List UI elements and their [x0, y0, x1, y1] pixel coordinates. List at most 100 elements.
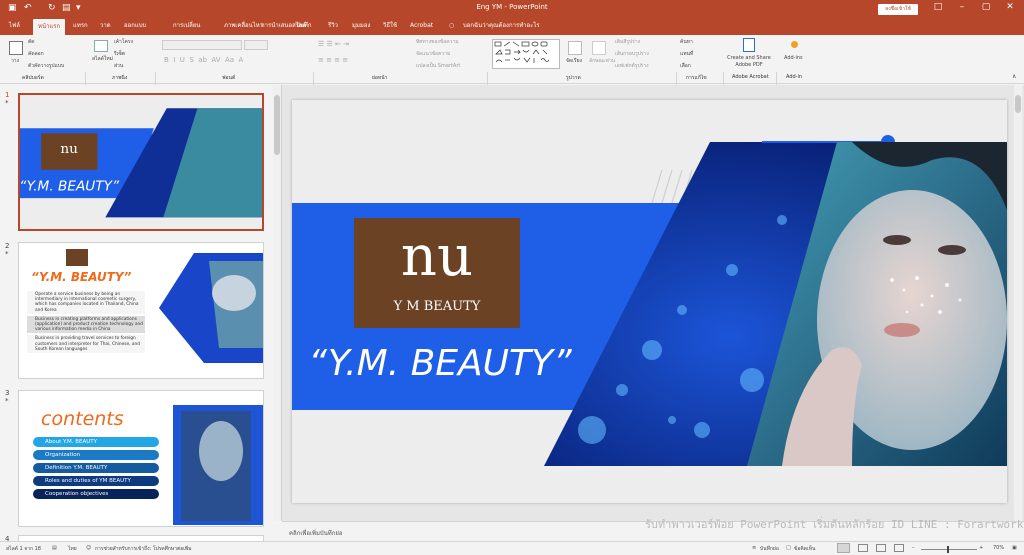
notes-button[interactable]: บันทึกย่อ — [760, 545, 779, 553]
group-font: ฟอนต์ — [222, 75, 236, 81]
maximize-icon[interactable]: ▢ — [976, 2, 996, 12]
select-button[interactable]: เลือก — [680, 62, 691, 70]
addins-icon[interactable] — [791, 41, 798, 48]
align-icons[interactable]: ≡ ≡ ≡ ≡ — [318, 56, 348, 64]
reset-button[interactable]: รีเซ็ต — [114, 50, 125, 58]
collapse-ribbon-icon[interactable]: ∧ — [1012, 73, 1016, 80]
tab-file[interactable]: ไฟล์ — [9, 21, 20, 31]
status-bar: สไลด์ 1 จาก 18 ▤ ไทย ☺ การช่วยสำหรับการเ… — [0, 541, 1024, 555]
slide-scrollbar[interactable] — [1014, 85, 1022, 521]
shape-outline-button[interactable]: เส้นกรอบรูปร่าง — [615, 50, 649, 58]
text-direction-button[interactable]: ทิศทางของข้อความ — [416, 38, 459, 46]
tab-acrobat[interactable]: Acrobat — [410, 21, 433, 31]
tab-design[interactable]: ออกแบบ — [124, 21, 146, 31]
font-formatting-icons[interactable]: B I U S ab AV Aa A — [164, 56, 243, 64]
convert-smartart-button[interactable]: แปลงเป็น SmartArt — [416, 62, 460, 70]
zoom-out-icon[interactable]: – — [912, 545, 915, 551]
slide-thumbnail-3[interactable]: contents About Y.M. BEAUTY Organization … — [18, 390, 264, 527]
slide-1: nu Y M BEAUTY “Y.M. BEAUTY” — [292, 100, 1007, 503]
accessibility-status[interactable]: การช่วยสำหรับการเข้าถึง: โปรดศึกษาต่อเพิ… — [95, 545, 192, 553]
find-button[interactable]: ค้นหา — [680, 38, 693, 46]
window-title: Eng YM - PowerPoint — [476, 3, 548, 11]
ribbon-display-icon[interactable]: □ — [928, 2, 948, 12]
zoom-slider-thumb[interactable] — [947, 546, 949, 553]
zoom-slider[interactable] — [921, 549, 977, 550]
tab-insert[interactable]: แทรก — [73, 21, 88, 31]
comments-icon[interactable]: □ — [786, 545, 791, 551]
arrange-icon[interactable] — [568, 41, 582, 55]
language-label[interactable]: ไทย — [68, 545, 77, 553]
normal-view-icon[interactable] — [837, 543, 850, 553]
zoom-in-icon[interactable]: + — [979, 545, 983, 551]
notes-icon[interactable]: ≡ — [752, 545, 756, 551]
slide-sorter-icon[interactable] — [858, 544, 868, 552]
tell-me-search[interactable]: บอกฉันว่าคุณต้องการทำอะไร — [463, 21, 540, 31]
logo-mark: nu — [401, 224, 473, 289]
new-slide-button[interactable]: สไลด์ใหม่ — [92, 55, 113, 63]
accessibility-icon[interactable]: ☺ — [86, 545, 91, 551]
shapes-icon — [494, 41, 550, 63]
tab-transitions[interactable]: การเปลี่ยน — [173, 21, 200, 31]
group-slides: ภาพนิ่ง — [112, 75, 128, 81]
tab-home[interactable]: หน้าแรก — [33, 19, 66, 35]
layout-button[interactable]: เค้าโครง — [114, 38, 133, 46]
thumb-photo — [173, 405, 263, 525]
adobe-pdf-icon[interactable] — [743, 38, 755, 52]
group-clipboard: คลิปบอร์ด — [22, 75, 44, 81]
tab-review[interactable]: รีวิว — [328, 21, 338, 31]
slideshow-view-icon[interactable] — [894, 544, 904, 552]
notes-placeholder[interactable]: คลิกเพื่อเพิ่มบันทึกย่อ — [289, 528, 343, 538]
font-name-box[interactable] — [162, 40, 242, 50]
thumb-bullets: Operate a service business by being an i… — [27, 291, 145, 354]
shape-effects-button[interactable]: เอฟเฟกต์รูปร่าง — [615, 62, 649, 70]
minimize-icon[interactable]: – — [952, 2, 972, 12]
align-text-button[interactable]: จัดแนวข้อความ — [416, 50, 450, 58]
slide-thumbnail-2[interactable]: “Y.M. BEAUTY” Operate a service business… — [18, 242, 264, 379]
lightbulb-icon: ○ — [449, 22, 455, 29]
tab-draw[interactable]: วาด — [100, 21, 111, 31]
slide-scroll-handle[interactable] — [1015, 95, 1021, 113]
copy-button[interactable]: คัดลอก — [28, 50, 44, 58]
replace-button[interactable]: แทนที่ — [680, 50, 693, 58]
close-icon[interactable]: ✕ — [1000, 2, 1020, 12]
arrange-button[interactable]: จัดเรียง — [566, 57, 582, 65]
thumb-star: * — [5, 99, 9, 107]
font-size-box[interactable] — [244, 40, 268, 50]
logo-text: Y M BEAUTY — [393, 299, 481, 314]
quick-styles-button[interactable]: ลักษณะด่วน — [589, 57, 615, 65]
fit-slide-icon[interactable]: ▣ — [1012, 545, 1017, 551]
spell-check-icon[interactable]: ▤ — [52, 545, 57, 551]
paste-icon[interactable] — [9, 41, 23, 55]
slide-thumbnail-1[interactable]: nu “Y.M. BEAUTY” — [18, 93, 264, 231]
thumb-contents-title: contents — [41, 408, 124, 430]
zoom-level[interactable]: 70% — [993, 545, 1004, 551]
thumb-scroll-handle[interactable] — [274, 95, 280, 155]
shape-fill-button[interactable]: เติมสีรูปร่าง — [615, 38, 640, 46]
comments-button[interactable]: ข้อคิดเห็น — [794, 545, 815, 553]
list-icons[interactable]: ☰ ☰ ⇤ ⇥ — [318, 40, 349, 48]
group-addins: Add-in — [786, 74, 803, 80]
sign-in-button[interactable]: ลงชื่อเข้าใช้ — [878, 4, 918, 15]
group-paragraph: ย่อหน้า — [372, 75, 388, 81]
tab-record[interactable]: บันทึก — [296, 21, 312, 31]
slide-title[interactable]: “Y.M. BEAUTY” — [308, 343, 572, 384]
tab-help[interactable]: วิธีใช้ — [383, 21, 397, 31]
thumb-star: * — [5, 397, 9, 405]
format-painter-button[interactable]: ตัวคัดวางรูปแบบ — [28, 62, 64, 70]
reading-view-icon[interactable] — [876, 544, 886, 552]
cut-button[interactable]: ตัด — [28, 38, 35, 46]
tab-animations[interactable]: ภาพเคลื่อนไหว — [224, 21, 263, 31]
thumb-scrollbar[interactable] — [273, 85, 281, 521]
thumb-number: 3 — [5, 389, 10, 397]
shapes-gallery[interactable] — [492, 39, 560, 69]
tab-view[interactable]: มุมมอง — [352, 21, 370, 31]
section-button[interactable]: ส่วน — [114, 62, 123, 70]
paste-button[interactable]: วาง — [11, 57, 19, 65]
quick-styles-icon[interactable] — [592, 41, 606, 55]
slide-thumbnail-pane: 1 * nu “Y.M. BEAUTY” 2 * “Y.M. BEAUTY” O… — [0, 85, 282, 545]
addins-button[interactable]: Add-ins — [784, 55, 803, 61]
create-share-pdf-button[interactable]: Create and Share Adobe PDF — [726, 55, 772, 69]
slide-canvas[interactable]: nu Y M BEAUTY “Y.M. BEAUTY” — [292, 100, 1007, 503]
ribbon-tabs: ไฟล์ หน้าแรก แทรก วาด ออกแบบ การเปลี่ยน … — [0, 18, 1024, 35]
new-slide-icon[interactable] — [94, 40, 108, 52]
